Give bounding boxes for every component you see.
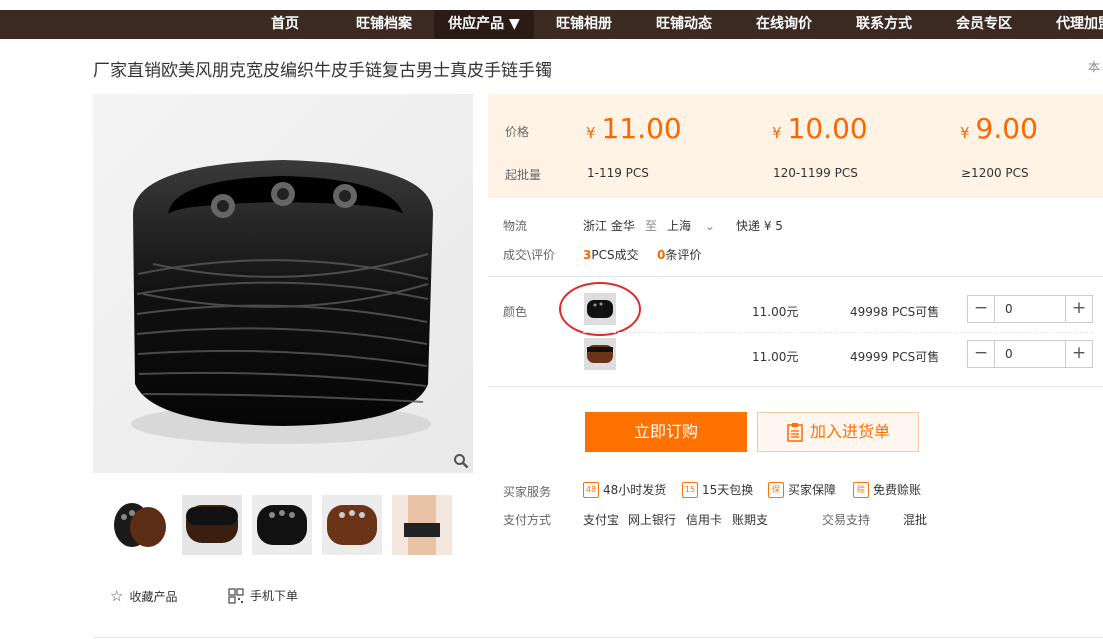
sku-thumb-brown[interactable] [584,338,616,370]
nav-agency[interactable]: 代理加盟 [1042,10,1103,39]
add-to-cart-button[interactable]: 加入进货单 [757,412,919,452]
minus-button[interactable]: − [968,341,994,367]
trade-support-value: 混批 [903,513,928,527]
thumbnail-1[interactable] [110,495,170,555]
mobile-order-button[interactable]: 手机下单 [228,587,298,604]
service-text: 买家保障 [788,483,837,497]
shipping-48h-icon: 48 [583,481,599,498]
dashed-divider [583,332,1093,333]
logistics-destination: 上海 [667,219,692,233]
service-text: 48小时发货 [603,483,667,497]
bracelet-image [93,94,473,473]
divider [488,386,1103,387]
logistics-express: 快递 ¥ 5 [736,219,783,233]
qr-code-icon [228,587,244,604]
service-item: 赊 免费赊账 [853,481,921,498]
color-label: 颜色 [503,305,528,319]
nav-album[interactable]: 旺铺相册 [542,10,626,39]
shield-icon: 保 [768,481,784,498]
price-value: 9.00 [975,112,1038,145]
sku-stock: 49999 PCS可售 [850,350,940,364]
quantity-stepper: − 0 + [967,295,1093,323]
trade-support-label: 交易支持 [822,513,871,527]
thumbnail-5[interactable] [392,495,452,555]
nav-news[interactable]: 旺铺动态 [642,10,726,39]
deals-count: 3PCS成交 [583,246,639,263]
moq-tier-2: 120-1199 PCS [773,166,858,180]
service-item: 保 买家保障 [768,481,836,498]
divider [93,637,1103,638]
payment-method: 支付宝 [583,513,620,527]
nav-member[interactable]: 会员专区 [942,10,1026,39]
currency-symbol: ¥ [960,124,970,142]
currency-symbol: ¥ [586,124,596,142]
nav-inquiry[interactable]: 在线询价 [742,10,826,39]
logistics-to-word: 至 [645,219,658,233]
price-label: 价格 [505,125,530,139]
logistics-from: 浙江 金华 [583,219,635,233]
zoom-icon[interactable] [453,453,469,469]
favorite-button[interactable]: ☆ 收藏产品 [110,587,177,605]
logistics-destination-select[interactable]: 上海 ⌄ [667,217,715,234]
clipboard-icon [787,423,803,442]
payment-label: 支付方式 [503,513,552,527]
favorite-label: 收藏产品 [129,589,178,604]
reviews-count-suffix: 条评价 [665,248,702,262]
moq-label: 起批量 [505,168,542,182]
price-tier-1: ¥11.00 [586,112,682,145]
service-item: 48 48小时发货 [583,481,666,498]
exchange-15d-icon: 15 [682,481,698,498]
service-text: 免费赊账 [873,483,922,497]
reviews-count[interactable]: 0条评价 [657,246,701,263]
price-tier-3: ¥9.00 [960,112,1038,145]
title-side-text: 本 [1088,60,1101,74]
divider [488,276,1103,277]
payment-method: 网上银行 [628,513,677,527]
mobile-order-label: 手机下单 [250,589,299,603]
star-icon: ☆ [110,587,124,605]
thumbnail-3[interactable] [252,495,312,555]
price-tier-2: ¥10.00 [772,112,868,145]
sku-price: 11.00元 [752,305,799,319]
currency-symbol: ¥ [772,124,782,142]
nav-shop-profile[interactable]: 旺铺档案 [342,10,426,39]
plus-button[interactable]: + [1066,341,1092,367]
nav-home[interactable]: 首页 [248,10,322,39]
plus-button[interactable]: + [1066,296,1092,322]
price-value: 10.00 [787,112,868,145]
quantity-input[interactable]: 0 [994,296,1066,322]
sku-price: 11.00元 [752,350,799,364]
deals-label: 成交\评价 [503,248,556,262]
minus-button[interactable]: − [968,296,994,322]
quantity-stepper: − 0 + [967,340,1093,368]
add-to-cart-label: 加入进货单 [809,422,890,441]
thumbnail-4[interactable] [322,495,382,555]
product-title: 厂家直销欧美风朋克宽皮编织牛皮手链复古男士真皮手链手镯 [93,61,552,81]
moq-tier-3: ≥1200 PCS [961,166,1029,180]
nav-products[interactable]: 供应产品 ▼ [434,10,534,39]
price-panel [488,94,1103,198]
chevron-down-icon: ⌄ [704,219,715,233]
quantity-input[interactable]: 0 [994,341,1066,367]
sku-stock: 49998 PCS可售 [850,305,940,319]
logistics-label: 物流 [503,219,528,233]
nav-contact[interactable]: 联系方式 [842,10,926,39]
buy-now-button[interactable]: 立即订购 [585,412,747,452]
service-label: 买家服务 [503,485,552,499]
deals-count-suffix: PCS成交 [591,248,639,262]
service-item: 15 15天包换 [682,481,753,498]
highlight-circle [559,282,641,336]
top-nav: 首页 旺铺档案 供应产品 ▼ 旺铺相册 旺铺动态 在线询价 联系方式 会员专区 … [0,10,1103,39]
main-product-image[interactable] [93,94,473,473]
payment-method: 信用卡 [686,513,723,527]
service-text: 15天包换 [702,483,754,497]
thumbnail-2[interactable] [182,495,242,555]
credit-icon: 赊 [853,481,869,498]
moq-tier-1: 1-119 PCS [587,166,649,180]
payment-method: 账期支 [732,513,769,527]
price-value: 11.00 [601,112,682,145]
